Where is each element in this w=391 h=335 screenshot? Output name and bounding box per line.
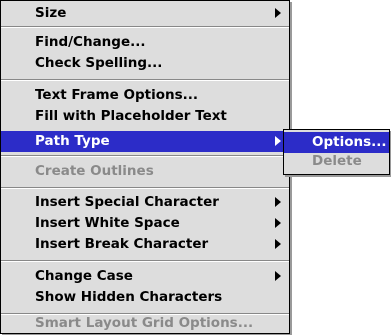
menu-item-text-frame-options[interactable]: Text Frame Options...	[1, 85, 289, 106]
context-menu: Size Find/Change... Check Spelling... Te…	[0, 0, 290, 334]
menu-item-label: Insert Break Character	[35, 236, 209, 252]
menu-item-label: Change Case	[35, 268, 133, 284]
menu-separator	[1, 26, 289, 28]
menu-item-label: Size	[35, 5, 67, 21]
menu-separator	[1, 79, 289, 81]
submenu-arrow-icon	[275, 197, 281, 207]
submenu-item-label: Options...	[312, 134, 387, 150]
menu-item-smart-layout-grid-options: Smart Layout Grid Options...	[1, 313, 289, 334]
menu-item-label: Insert White Space	[35, 215, 180, 231]
menu-item-path-type[interactable]: Path Type	[1, 131, 289, 152]
menu-item-label: Path Type	[35, 133, 110, 149]
menu-item-label: Smart Layout Grid Options...	[35, 315, 254, 331]
menu-separator	[1, 260, 289, 262]
menu-item-label: Create Outlines	[35, 163, 154, 179]
submenu-arrow-icon	[275, 136, 281, 146]
menu-item-find-change[interactable]: Find/Change...	[1, 32, 289, 53]
menu-item-label: Fill with Placeholder Text	[35, 108, 227, 124]
menu-item-insert-special-character[interactable]: Insert Special Character	[1, 192, 289, 213]
menu-item-label: Insert Special Character	[35, 194, 219, 210]
menu-item-check-spelling[interactable]: Check Spelling...	[1, 53, 289, 74]
menu-item-size[interactable]: Size	[1, 3, 289, 24]
submenu-arrow-icon	[275, 218, 281, 228]
submenu-item-label: Delete	[312, 153, 362, 169]
menu-separator	[1, 155, 289, 157]
path-type-submenu: Options... Delete	[283, 129, 390, 175]
menu-item-fill-placeholder-text[interactable]: Fill with Placeholder Text	[1, 106, 289, 127]
menu-item-label: Check Spelling...	[35, 55, 163, 71]
menu-item-change-case[interactable]: Change Case	[1, 266, 289, 287]
menu-item-label: Show Hidden Characters	[35, 289, 223, 305]
menu-item-create-outlines: Create Outlines	[1, 161, 289, 182]
menu-item-label: Find/Change...	[35, 34, 146, 50]
menu-separator	[1, 187, 289, 189]
menu-item-insert-break-character[interactable]: Insert Break Character	[1, 234, 289, 255]
submenu-item-options[interactable]: Options...	[284, 132, 389, 153]
menu-item-label: Text Frame Options...	[35, 87, 199, 103]
submenu-item-delete: Delete	[284, 151, 389, 172]
menu-item-insert-white-space[interactable]: Insert White Space	[1, 213, 289, 234]
submenu-arrow-icon	[275, 271, 281, 281]
submenu-arrow-icon	[275, 8, 281, 18]
menu-item-show-hidden-characters[interactable]: Show Hidden Characters	[1, 287, 289, 308]
submenu-arrow-icon	[275, 239, 281, 249]
